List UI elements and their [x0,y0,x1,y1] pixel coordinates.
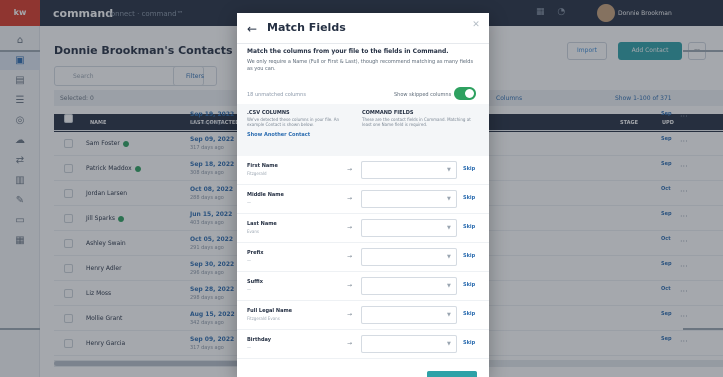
divider-line [683,328,723,330]
command-field-select[interactable]: ▼ [361,306,457,324]
divider-line [0,328,40,330]
command-fields-header: COMMAND FIELDS [362,110,414,116]
chevron-down-icon: ▼ [447,254,451,260]
field-mapping-row: First Name Fitzgerald → ▼ Skip [237,156,489,185]
csv-columns-description: We've detected these columns in your fil… [247,117,339,127]
divider-line [0,50,40,52]
csv-column-name: Suffix [247,279,263,285]
csv-sample-value: Fitzgerald Evans [247,316,280,321]
csv-column-name: Last Name [247,221,277,227]
command-fields-description: These are the contact fields in Command.… [362,117,471,127]
chevron-down-icon: ▼ [447,225,451,231]
show-skipped-toggle[interactable] [454,87,476,100]
field-mapping-row: Middle Name — → ▼ Skip [237,185,489,214]
back-arrow-icon[interactable]: ← [247,22,261,36]
field-mapping-row: Full Legal Name Fitzgerald Evans → ▼ Skip [237,301,489,330]
csv-sample-value: — [247,258,251,263]
skip-link[interactable]: Skip [463,195,475,201]
toggle-knob [465,89,474,98]
modal-title: Match Fields [267,21,346,34]
csv-column-name: First Name [247,163,278,169]
modal-divider [237,43,489,44]
csv-sample-value: — [247,287,251,292]
csv-column-name: Middle Name [247,192,284,198]
arrow-right-icon: → [347,311,353,318]
chevron-down-icon: ▼ [447,312,451,318]
skip-link[interactable]: Skip [463,253,475,259]
skip-link[interactable]: Skip [463,340,475,346]
command-field-select[interactable]: ▼ [361,277,457,295]
command-field-select[interactable]: ▼ [361,335,457,353]
show-skipped-label: Show skipped columns [394,92,452,98]
show-another-contact-link[interactable]: Show Another Contact [247,132,310,138]
chevron-down-icon: ▼ [447,167,451,173]
csv-sample-value: — [247,345,251,350]
field-mapping-row: Suffix — → ▼ Skip [237,272,489,301]
csv-sample-value: Fitzgerald [247,171,267,176]
command-field-select[interactable]: ▼ [361,190,457,208]
chevron-down-icon: ▼ [447,196,451,202]
csv-column-name: Birthday [247,337,271,343]
field-mapping-row: Last Name Evans → ▼ Skip [237,214,489,243]
modal-heading: Match the columns from your file to the … [247,48,449,55]
skip-link[interactable]: Skip [463,166,475,172]
unmatched-count: 18 unmatched columns [247,92,306,98]
match-fields-modal: ← Match Fields ✕ Match the columns from … [237,13,489,377]
modal-subtext: We only require a Name (Full or First & … [247,59,474,72]
field-mapping-row: Prefix — → ▼ Skip [237,243,489,272]
command-field-select[interactable]: ▼ [361,219,457,237]
arrow-right-icon: → [347,282,353,289]
chevron-down-icon: ▼ [447,341,451,347]
skip-link[interactable]: Skip [463,311,475,317]
arrow-right-icon: → [347,253,353,260]
command-field-select[interactable]: ▼ [361,248,457,266]
arrow-right-icon: → [347,195,353,202]
arrow-right-icon: → [347,166,353,173]
csv-columns-header: .CSV COLUMNS [247,110,290,116]
csv-column-name: Full Legal Name [247,308,293,314]
field-mapping-row: Birthday — → ▼ Skip [237,330,489,359]
csv-sample-value: Evans [247,229,259,234]
skip-link[interactable]: Skip [463,224,475,230]
arrow-right-icon: → [347,224,353,231]
arrow-right-icon: → [347,340,353,347]
close-icon[interactable]: ✕ [470,19,482,31]
csv-sample-value: — [247,200,251,205]
skip-link[interactable]: Skip [463,282,475,288]
chevron-down-icon: ▼ [447,283,451,289]
continue-button[interactable] [427,371,477,377]
command-field-select[interactable]: ▼ [361,161,457,179]
csv-column-name: Prefix [247,250,264,256]
divider-line [683,50,723,52]
